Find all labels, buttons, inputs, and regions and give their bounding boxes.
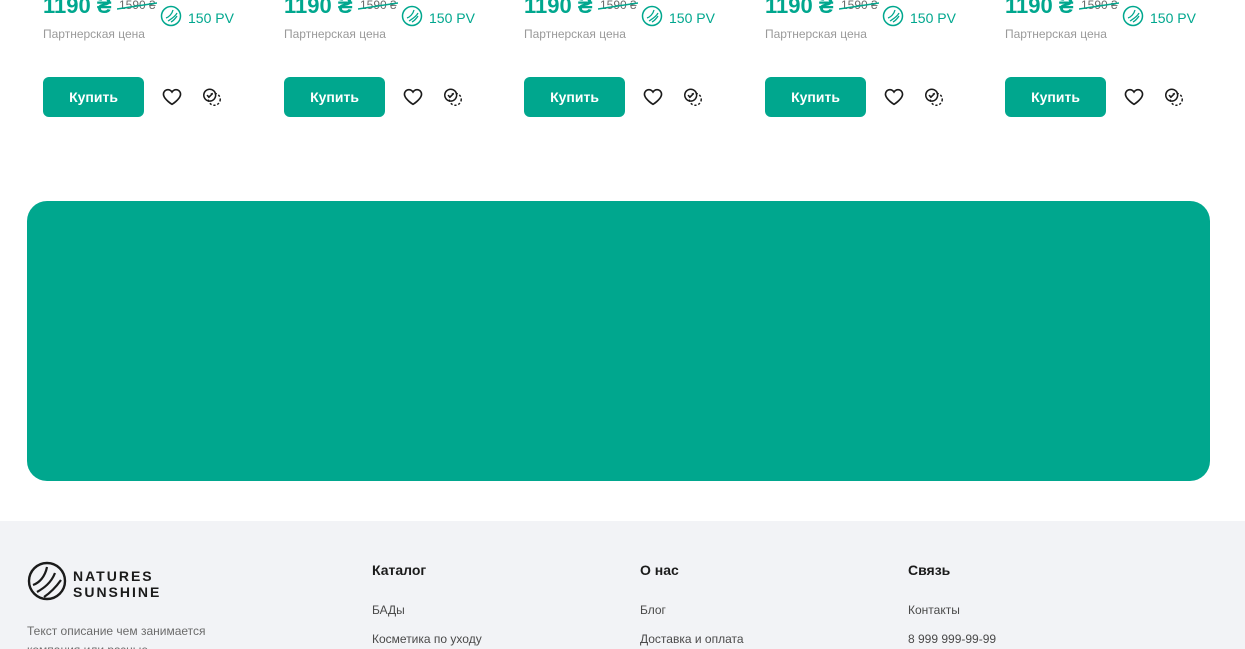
partner-price-label: Партнерская цена <box>765 27 867 41</box>
footer-link[interactable]: Косметика по уходу <box>372 631 602 647</box>
compare-icon[interactable] <box>200 85 224 109</box>
buy-button[interactable]: Купить <box>43 77 144 117</box>
strikethrough-line <box>598 2 638 10</box>
buy-button[interactable]: Купить <box>524 77 625 117</box>
footer-link[interactable]: БАДы <box>372 602 602 618</box>
footer-column-catalog: Каталог БАДы Косметика по уходу <box>372 561 602 647</box>
pv-leaf-icon <box>641 5 663 32</box>
product-card: 1190 ₴ 1590 ₴ 150 PV Партнерская цена Ку… <box>1005 0 1205 130</box>
footer-column-title: О нас <box>640 562 679 578</box>
pv-badge: 150 PV <box>641 5 715 32</box>
pv-value: 150 PV <box>1150 10 1196 26</box>
product-card: 1190 ₴ 1590 ₴ 150 PV Партнерская цена Ку… <box>43 0 243 130</box>
natures-sunshine-logo-icon <box>27 561 67 606</box>
footer-link[interactable]: Доставка и оплата <box>640 631 870 647</box>
product-old-price: 1590 ₴ <box>598 0 638 13</box>
compare-icon[interactable] <box>681 85 705 109</box>
product-card: 1190 ₴ 1590 ₴ 150 PV Партнерская цена Ку… <box>524 0 724 130</box>
footer-column-title: Каталог <box>372 562 427 578</box>
product-card: 1190 ₴ 1590 ₴ 150 PV Партнерская цена Ку… <box>284 0 484 130</box>
footer-column-title: Связь <box>908 562 951 578</box>
compare-icon[interactable] <box>441 85 465 109</box>
product-price: 1190 ₴ <box>43 0 112 18</box>
pv-value: 150 PV <box>429 10 475 26</box>
footer-column-about: О нас Блог Доставка и оплата <box>640 561 870 647</box>
pv-leaf-icon <box>160 5 182 32</box>
product-price: 1190 ₴ <box>284 0 353 18</box>
promo-banner[interactable] <box>27 201 1210 481</box>
heart-icon[interactable] <box>401 85 425 109</box>
footer: NATURES SUNSHINE Текст описание чем зани… <box>0 521 1245 649</box>
heart-icon[interactable] <box>160 85 184 109</box>
pv-badge: 150 PV <box>1122 5 1196 32</box>
strikethrough-line <box>839 2 879 10</box>
product-old-price: 1590 ₴ <box>839 0 879 13</box>
pv-value: 150 PV <box>910 10 956 26</box>
heart-icon[interactable] <box>882 85 906 109</box>
logo-line-1: NATURES <box>73 567 154 584</box>
strikethrough-line <box>117 2 157 10</box>
footer-column-contact: Связь Контакты 8 999 999-99-99 <box>908 561 1138 647</box>
logo-text: NATURES SUNSHINE <box>73 568 161 600</box>
partner-price-label: Партнерская цена <box>1005 27 1107 41</box>
product-card: 1190 ₴ 1590 ₴ 150 PV Партнерская цена Ку… <box>765 0 965 130</box>
compare-icon[interactable] <box>1162 85 1186 109</box>
page: 1190 ₴ 1590 ₴ 150 PV Партнерская цена Ку… <box>0 0 1245 649</box>
buy-button[interactable]: Купить <box>284 77 385 117</box>
logo-line-2: SUNSHINE <box>73 583 162 600</box>
footer-link[interactable]: Контакты <box>908 602 1138 618</box>
product-row: 1190 ₴ 1590 ₴ 150 PV Партнерская цена Ку… <box>0 0 1245 140</box>
strikethrough-line <box>358 2 398 10</box>
product-old-price: 1590 ₴ <box>1079 0 1119 13</box>
heart-icon[interactable] <box>641 85 665 109</box>
pv-value: 150 PV <box>188 10 234 26</box>
product-price: 1190 ₴ <box>1005 0 1074 18</box>
partner-price-label: Партнерская цена <box>43 27 145 41</box>
pv-leaf-icon <box>1122 5 1144 32</box>
footer-logo[interactable]: NATURES SUNSHINE <box>27 561 161 606</box>
pv-leaf-icon <box>401 5 423 32</box>
product-price: 1190 ₴ <box>765 0 834 18</box>
strikethrough-line <box>1079 2 1119 10</box>
footer-link[interactable]: Блог <box>640 602 870 618</box>
product-price: 1190 ₴ <box>524 0 593 18</box>
heart-icon[interactable] <box>1122 85 1146 109</box>
compare-icon[interactable] <box>922 85 946 109</box>
pv-badge: 150 PV <box>401 5 475 32</box>
partner-price-label: Партнерская цена <box>284 27 386 41</box>
footer-description: Текст описание чем занимается компания и… <box>27 624 206 649</box>
product-old-price: 1590 ₴ <box>117 0 157 13</box>
pv-leaf-icon <box>882 5 904 32</box>
buy-button[interactable]: Купить <box>1005 77 1106 117</box>
pv-badge: 150 PV <box>882 5 956 32</box>
product-old-price: 1590 ₴ <box>358 0 398 13</box>
phone-link[interactable]: 8 999 999-99-99 <box>908 631 1138 647</box>
partner-price-label: Партнерская цена <box>524 27 626 41</box>
pv-badge: 150 PV <box>160 5 234 32</box>
buy-button[interactable]: Купить <box>765 77 866 117</box>
pv-value: 150 PV <box>669 10 715 26</box>
